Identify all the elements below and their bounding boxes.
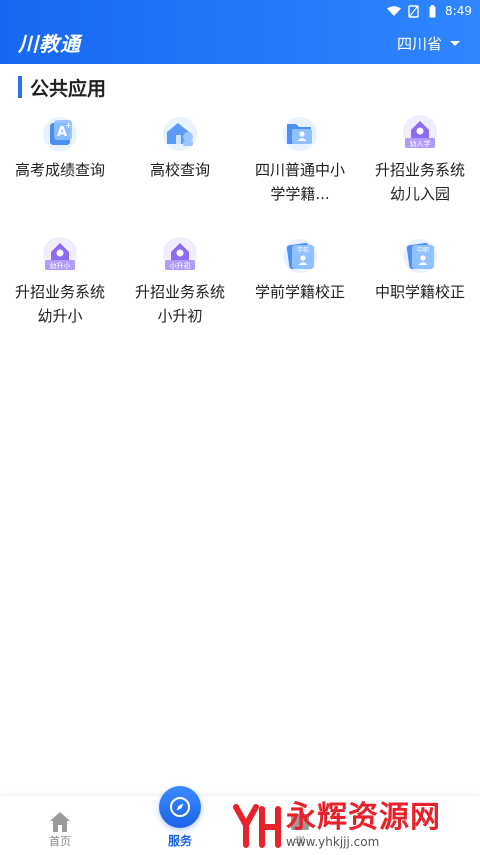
app-item-gaokao-score[interactable]: A + 高考成绩查询 [0, 112, 120, 234]
id-card-icon: 学前 [283, 239, 317, 273]
home-icon [50, 812, 70, 832]
university-icon [163, 117, 197, 151]
app-badge: 学前 [297, 246, 309, 254]
app-label: 升招业务系统幼升小 [14, 283, 105, 325]
sim-icon [408, 4, 419, 18]
app-badge: 中职 [417, 246, 429, 254]
status-time: 8:49 [445, 4, 472, 18]
watermark-brand: 永辉资源网 [286, 800, 441, 835]
province-selector[interactable]: 四川省 [397, 33, 460, 54]
app-label: 四川普通中小学学籍... [254, 161, 345, 203]
section-title: 公共应用 [30, 77, 107, 100]
house-clock-icon: 小升初 [163, 237, 197, 271]
section-accent-bar [18, 76, 22, 98]
watermark: 永辉资源网 www.yhkjjj.com [232, 797, 480, 855]
app-badge: 小升初 [170, 261, 191, 270]
status-bar: 8:49 [387, 2, 472, 20]
tab-service[interactable]: 服务 [120, 786, 240, 849]
folder-person-icon [283, 117, 317, 151]
app-badge: 幼升小 [50, 261, 71, 270]
svg-text:+: + [65, 121, 72, 130]
tab-label-service: 服务 [167, 834, 192, 848]
app-label: 中职学籍校正 [374, 283, 465, 301]
tab-label-home: 首页 [49, 835, 71, 848]
app-item-primary-to-middle[interactable]: 小升初 升招业务系统小升初 [120, 234, 240, 356]
id-card-icon: 中职 [403, 239, 437, 273]
app-logo: 川教通 [18, 32, 81, 56]
app-item-university-search[interactable]: 高校查询 [120, 112, 240, 234]
app-item-preschool-correction[interactable]: 学前 学前学籍校正 [240, 234, 360, 356]
watermark-logo-icon [233, 804, 281, 848]
exam-score-icon: A + [43, 117, 77, 151]
section-header: 公共应用 [18, 75, 107, 100]
app-header: 8:49 川教通 四川省 [0, 0, 480, 64]
app-label: 学前学籍校正 [254, 283, 345, 301]
app-grid: A + 高考成绩查询 高校查询 四川普通中小学学籍... 幼入学 升招业务系统幼… [0, 112, 480, 356]
compass-icon [159, 786, 201, 828]
house-clock-icon: 幼升小 [43, 237, 77, 271]
wifi-icon [387, 6, 402, 16]
app-item-school-registration[interactable]: 四川普通中小学学籍... [240, 112, 360, 234]
app-label: 高校查询 [149, 161, 210, 179]
tab-home[interactable]: 首页 [0, 807, 120, 849]
app-item-kindergarten-to-primary[interactable]: 幼升小 升招业务系统幼升小 [0, 234, 120, 356]
caret-down-icon [450, 41, 460, 46]
battery-icon [429, 4, 436, 17]
house-clock-icon: 幼入学 [403, 115, 437, 149]
province-label: 四川省 [396, 35, 442, 53]
app-label: 高考成绩查询 [14, 161, 105, 179]
app-item-kindergarten-enroll[interactable]: 幼入学 升招业务系统幼儿入园 [360, 112, 480, 234]
app-label: 升招业务系统幼儿入园 [374, 161, 465, 203]
app-item-vocational-correction[interactable]: 中职 中职学籍校正 [360, 234, 480, 356]
watermark-url: www.yhkjjj.com [286, 835, 380, 849]
app-label: 升招业务系统小升初 [134, 283, 225, 325]
app-badge: 幼入学 [410, 139, 431, 148]
